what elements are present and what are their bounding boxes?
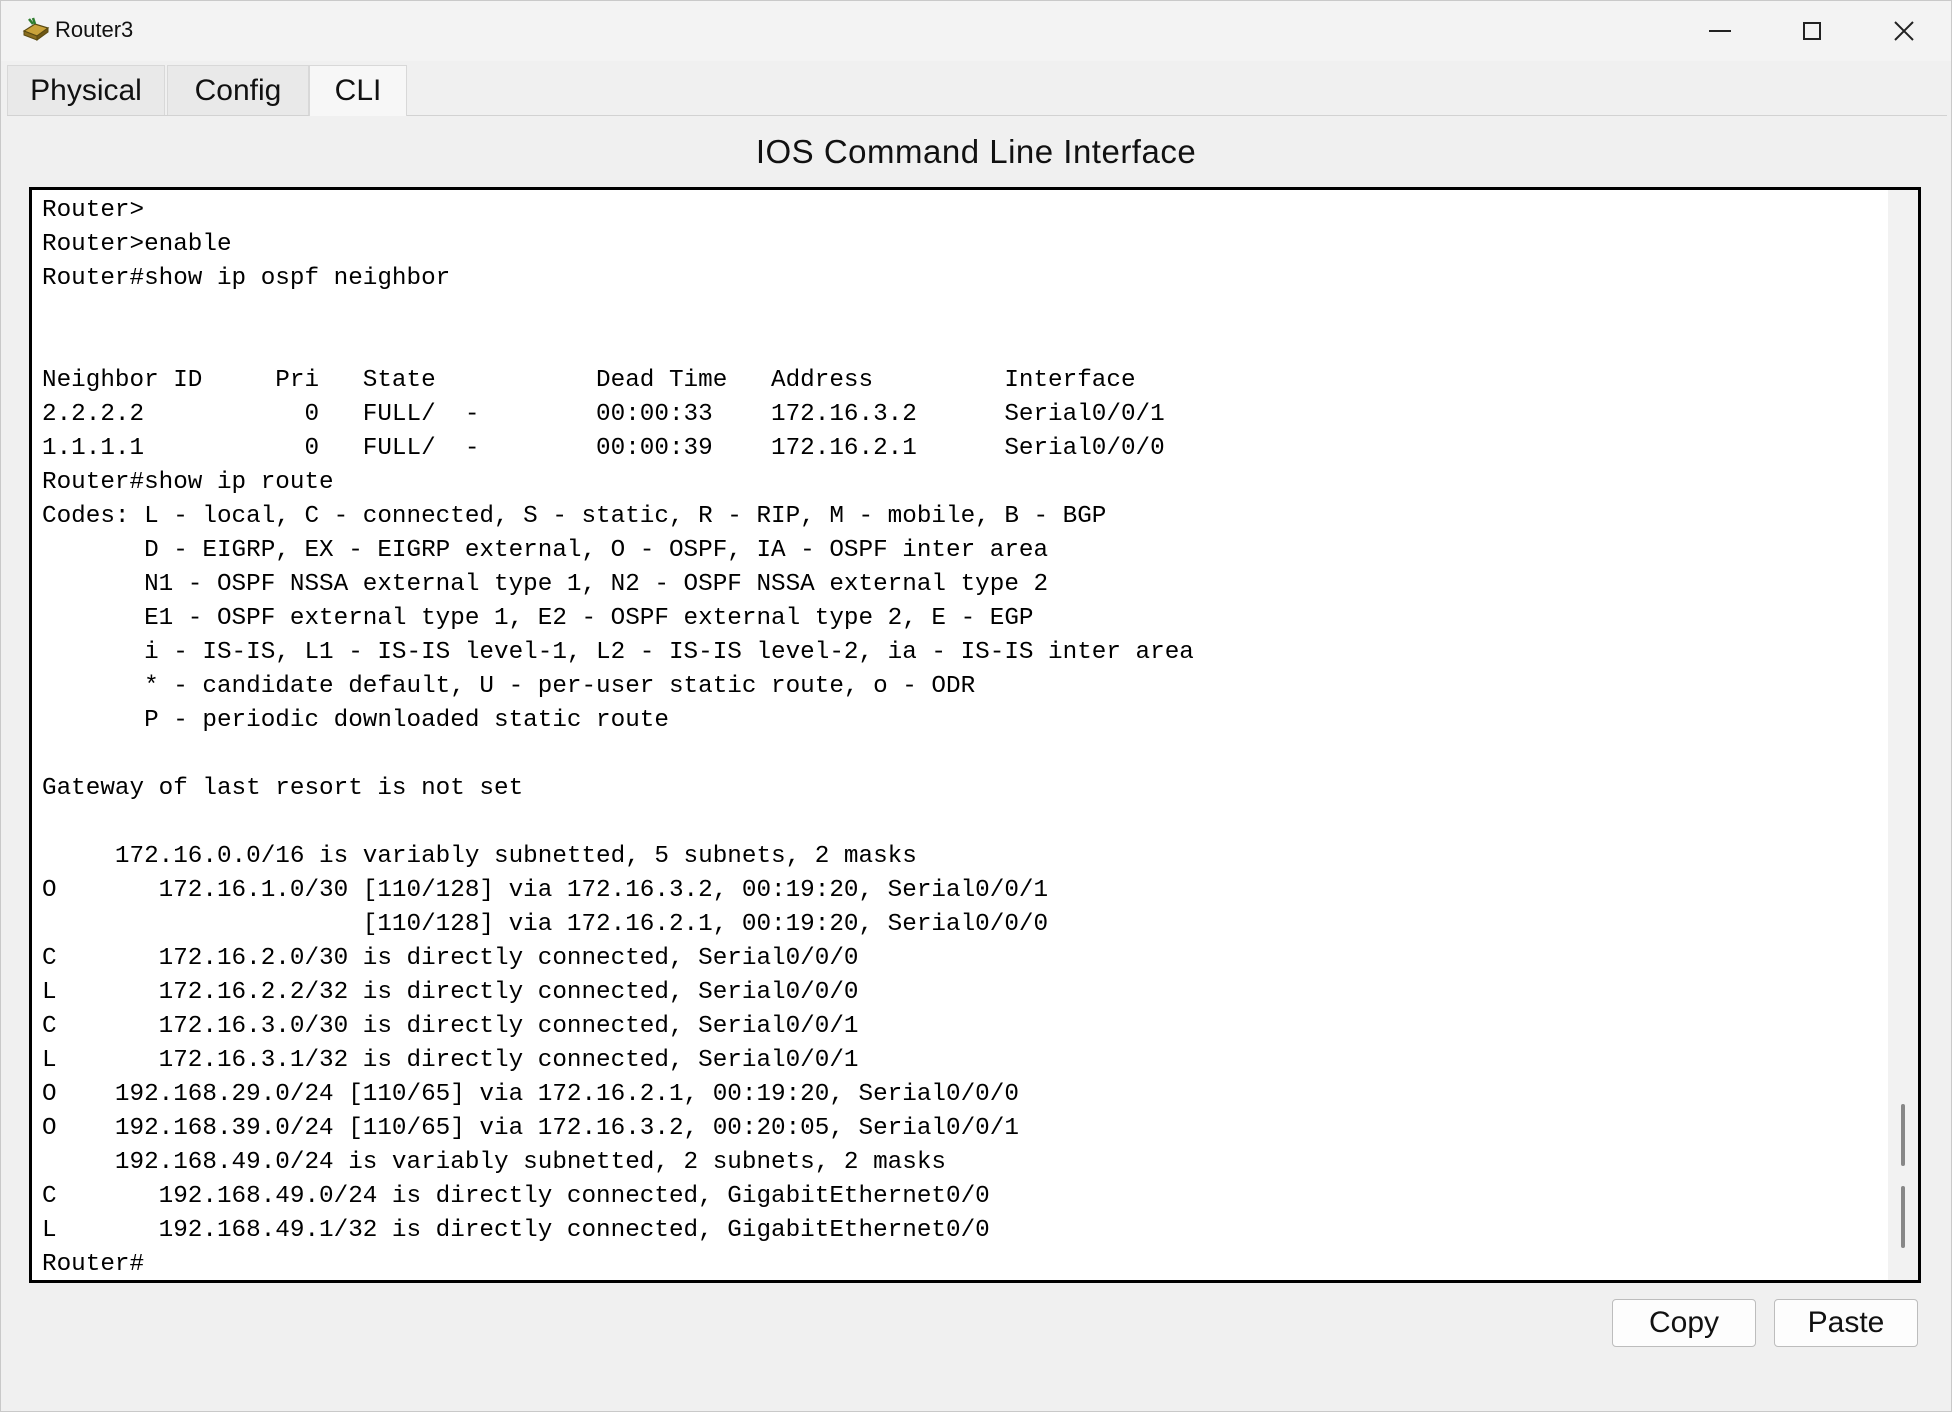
terminal-scrollbar[interactable] <box>1888 190 1918 1280</box>
scrollbar-thumb[interactable] <box>1901 1104 1905 1166</box>
tab-config[interactable]: Config <box>167 65 309 115</box>
terminal-line: C 192.168.49.0/24 is directly connected,… <box>42 1183 990 1210</box>
paste-button[interactable]: Paste <box>1774 1299 1918 1347</box>
window-title: Router3 <box>55 17 134 42</box>
terminal-line: O 172.16.1.0/30 [110/128] via 172.16.3.2… <box>42 877 1049 904</box>
close-button[interactable] <box>1859 1 1949 61</box>
tab-cli[interactable]: CLI <box>309 65 407 116</box>
terminal-line: Neighbor ID Pri State Dead Time Address … <box>42 367 1136 394</box>
terminal-line: Codes: L - local, C - connected, S - sta… <box>42 503 1107 530</box>
terminal-line: 172.16.0.0/16 is variably subnetted, 5 s… <box>42 843 917 870</box>
terminal-line: Router#show ip route <box>42 469 334 496</box>
terminal-line: 1.1.1.1 0 FULL/ - 00:00:39 172.16.2.1 Se… <box>42 435 1165 462</box>
terminal-line: C 172.16.3.0/30 is directly connected, S… <box>42 1013 859 1040</box>
close-icon <box>1894 21 1914 41</box>
terminal-line: Router# <box>42 1251 145 1278</box>
router-window: Router3 Physical Config CLI IOS Command … <box>0 0 1952 1412</box>
terminal-line: L 172.16.3.1/32 is directly connected, S… <box>42 1047 859 1074</box>
minimize-icon <box>1709 30 1731 32</box>
cli-heading: IOS Command Line Interface <box>755 133 1197 170</box>
terminal-output[interactable]: Router> Router>enable Router#show ip osp… <box>42 194 1194 1280</box>
terminal-line: 192.168.49.0/24 is variably subnetted, 2… <box>42 1149 946 1176</box>
scrollbar-thumb-lower[interactable] <box>1901 1186 1905 1248</box>
terminal-line: L 192.168.49.1/32 is directly connected,… <box>42 1217 990 1244</box>
terminal-line: D - EIGRP, EX - EIGRP external, O - OSPF… <box>42 537 1049 564</box>
terminal-line: E1 - OSPF external type 1, E2 - OSPF ext… <box>42 605 1034 632</box>
cli-terminal[interactable]: Router> Router>enable Router#show ip osp… <box>29 187 1921 1283</box>
terminal-line: Router> <box>42 197 145 224</box>
maximize-icon <box>1803 22 1821 40</box>
router-icon <box>21 15 51 45</box>
terminal-line: [110/128] via 172.16.2.1, 00:19:20, Seri… <box>42 911 1049 938</box>
tab-bar: Physical Config CLI <box>7 65 1947 116</box>
minimize-button[interactable] <box>1675 1 1765 61</box>
tab-physical[interactable]: Physical <box>7 65 165 115</box>
maximize-button[interactable] <box>1767 1 1857 61</box>
terminal-line: O 192.168.29.0/24 [110/65] via 172.16.2.… <box>42 1081 1019 1108</box>
terminal-line: * - candidate default, U - per-user stat… <box>42 673 976 700</box>
terminal-line: O 192.168.39.0/24 [110/65] via 172.16.3.… <box>42 1115 1019 1142</box>
terminal-line: N1 - OSPF NSSA external type 1, N2 - OSP… <box>42 571 1049 598</box>
terminal-line: 2.2.2.2 0 FULL/ - 00:00:33 172.16.3.2 Se… <box>42 401 1165 428</box>
title-bar[interactable]: Router3 <box>1 1 1951 61</box>
terminal-line: i - IS-IS, L1 - IS-IS level-1, L2 - IS-I… <box>42 639 1194 666</box>
terminal-line: Gateway of last resort is not set <box>42 775 524 802</box>
terminal-line: Router#show ip ospf neighbor <box>42 265 451 292</box>
terminal-line: L 172.16.2.2/32 is directly connected, S… <box>42 979 859 1006</box>
terminal-line: C 172.16.2.0/30 is directly connected, S… <box>42 945 859 972</box>
copy-button[interactable]: Copy <box>1612 1299 1756 1347</box>
terminal-line: Router>enable <box>42 231 232 258</box>
terminal-line: P - periodic downloaded static route <box>42 707 669 734</box>
